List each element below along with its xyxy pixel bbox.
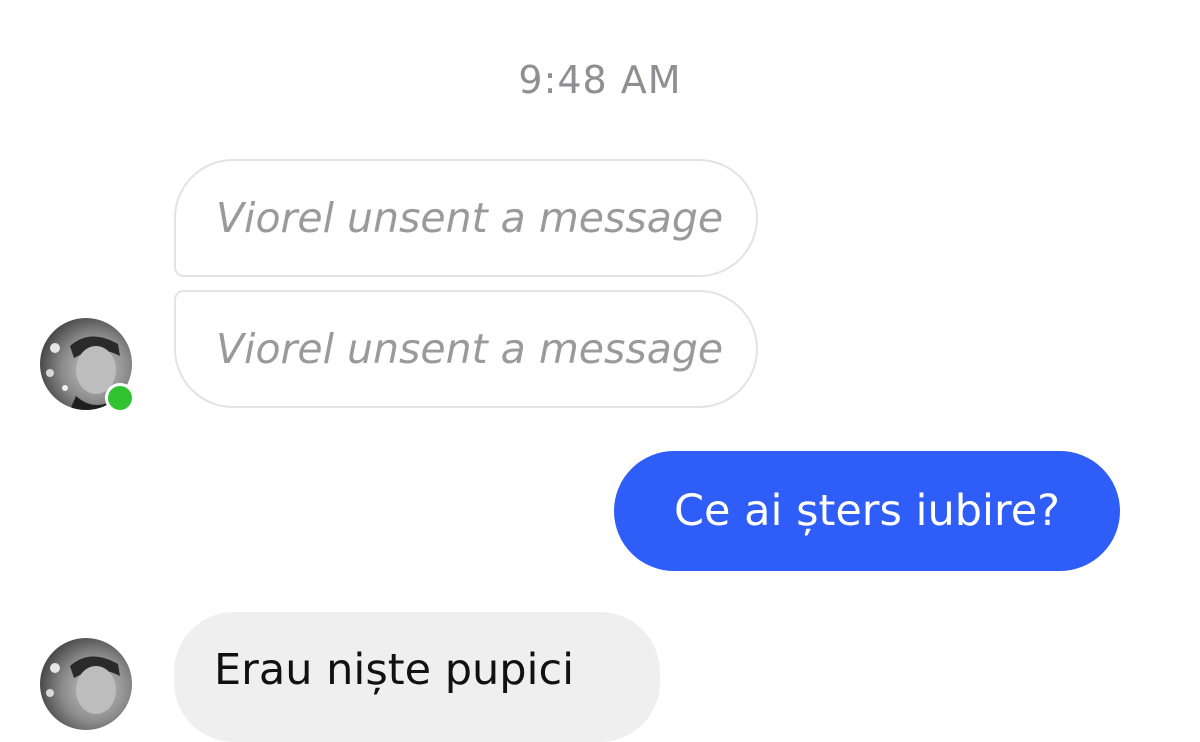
online-status-indicator	[105, 383, 135, 413]
unsent-message-notice[interactable]: Viorel unsent a message	[174, 159, 758, 277]
message-timestamp: 9:48 AM	[518, 58, 682, 102]
sent-message-bubble[interactable]: Ce ai șters iubire?	[614, 451, 1120, 571]
unsent-message-notice[interactable]: Viorel unsent a message	[174, 290, 758, 408]
received-message-bubble[interactable]: Erau niște pupici	[174, 612, 660, 742]
contact-avatar[interactable]	[40, 638, 132, 730]
